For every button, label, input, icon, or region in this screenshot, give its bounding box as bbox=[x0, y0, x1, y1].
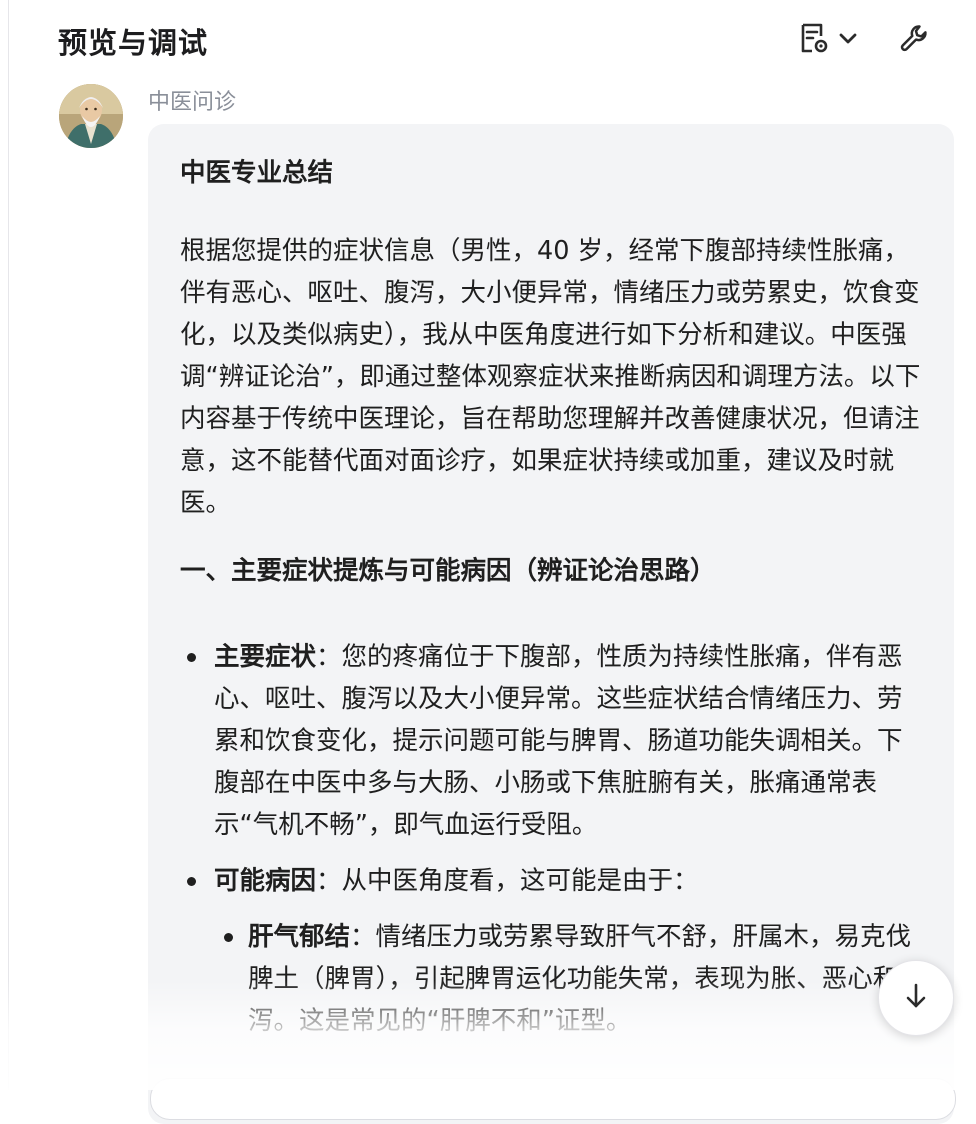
list-item: 可能病因：从中医角度看，这可能是由于： 肝气郁结：情绪压力或劳累导致肝气不舒，肝… bbox=[180, 860, 926, 1042]
arrow-down-icon bbox=[901, 981, 931, 1015]
bot-name: 中医问诊 bbox=[148, 90, 237, 115]
cause-list: 肝气郁结：情绪压力或劳累导致肝气不舒，肝属木，易克伐脾土（脾胃），引起脾胃运化功… bbox=[214, 916, 926, 1042]
list-item: 主要症状：您的疼痛位于下腹部，性质为持续性胀痛，伴有恶心、呕吐、腹泻以及大小便异… bbox=[180, 636, 926, 846]
left-divider bbox=[0, 0, 9, 1090]
list-item-term: 可能病因 bbox=[214, 866, 317, 896]
list-item-term: 主要症状 bbox=[214, 642, 317, 672]
page-title: 预览与调试 bbox=[58, 26, 209, 60]
chat-input[interactable] bbox=[150, 1078, 956, 1120]
section-title: 一、主要症状提炼与可能病因（辨证论治思路） bbox=[180, 556, 716, 586]
message-bubble: 中医专业总结 根据您提供的症状信息（男性，40 岁，经常下腹部持续性胀痛，伴有恶… bbox=[148, 124, 954, 1124]
symptom-list: 主要症状：您的疼痛位于下腹部，性质为持续性胀痛，伴有恶心、呕吐、腹泻以及大小便异… bbox=[180, 636, 926, 1042]
chevron-down-icon bbox=[837, 27, 859, 53]
list-item-text: ：情绪压力或劳累导致肝气不舒，肝属木，易克伐脾土（脾胃），引起脾胃运化功能失常，… bbox=[248, 922, 924, 1036]
document-settings-icon bbox=[797, 21, 831, 59]
scroll-to-bottom-button[interactable] bbox=[878, 960, 954, 1036]
wrench-icon bbox=[898, 22, 930, 58]
avatar bbox=[59, 84, 123, 148]
tool-settings-button[interactable] bbox=[894, 20, 934, 60]
header: 预览与调试 bbox=[0, 0, 976, 80]
intro-paragraph: 根据您提供的症状信息（男性，40 岁，经常下腹部持续性胀痛，伴有恶心、呕吐、腹泻… bbox=[180, 236, 921, 518]
preview-settings-button[interactable] bbox=[792, 20, 864, 60]
message-content: 中医专业总结 根据您提供的症状信息（男性，40 岁，经常下腹部持续性胀痛，伴有恶… bbox=[180, 152, 926, 1056]
list-item-text: ：您的疼痛位于下腹部，性质为持续性胀痛，伴有恶心、呕吐、腹泻以及大小便异常。这些… bbox=[214, 642, 903, 840]
summary-title: 中医专业总结 bbox=[180, 158, 334, 188]
list-item-text: ：从中医角度看，这可能是由于： bbox=[316, 866, 699, 896]
list-item-term: 肝气郁结 bbox=[248, 922, 351, 952]
list-item: 肝气郁结：情绪压力或劳累导致肝气不舒，肝属木，易克伐脾土（脾胃），引起脾胃运化功… bbox=[214, 916, 926, 1042]
